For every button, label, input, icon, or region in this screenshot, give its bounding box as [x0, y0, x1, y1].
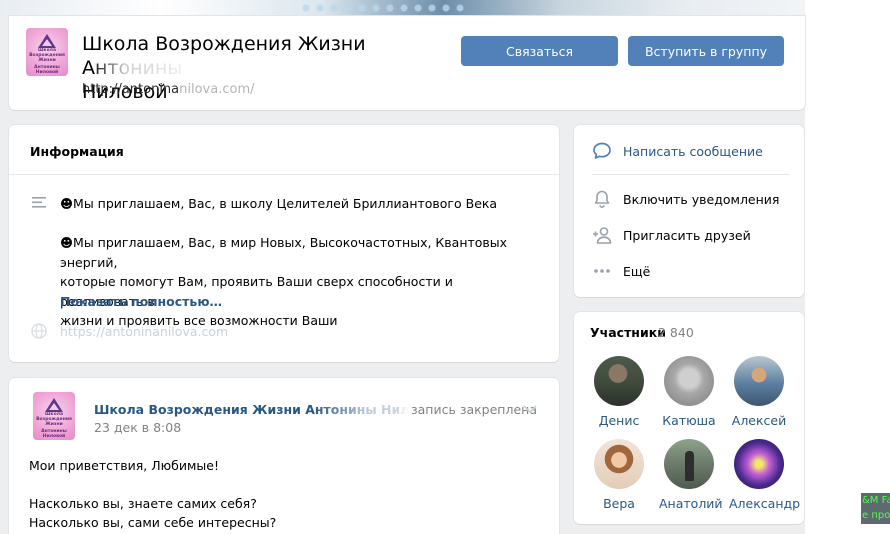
overlay-widget[interactable]: &M Fa е проц — [861, 493, 890, 524]
group-website-link[interactable]: http://antoninanilova.com/ — [82, 82, 255, 97]
show-more-link[interactable]: Показать полностью… — [60, 294, 222, 309]
info-block: Информация ☻Мы приглашаем, Вас, в школу … — [9, 125, 559, 362]
bell-icon — [594, 190, 610, 208]
divider — [592, 174, 789, 175]
avatar — [594, 439, 644, 489]
invite-friends-button[interactable]: Пригласить друзей — [623, 228, 751, 243]
info-title: Информация — [30, 144, 124, 159]
member-item[interactable]: Вера — [589, 439, 649, 511]
member-item[interactable]: Катюша — [659, 356, 719, 428]
enable-notifications-button[interactable]: Включить уведомления — [623, 192, 779, 207]
join-group-button[interactable]: Вступить в группу — [628, 36, 784, 66]
divider — [9, 174, 559, 175]
member-item[interactable]: Алексей — [729, 356, 789, 428]
avatar — [594, 356, 644, 406]
actions-block: Написать сообщение Включить уведомления … — [574, 125, 804, 297]
post-author-avatar[interactable]: Школа Возрождения Жизни Антонины Ниловой — [33, 392, 75, 440]
pinned-post: Школа Возрождения Жизни Антонины Ниловой… — [9, 378, 559, 534]
member-item[interactable]: Анатолий — [659, 439, 723, 511]
more-button[interactable]: Ещё — [623, 264, 650, 279]
post-date-link[interactable]: 23 дек в 8:08 — [94, 420, 181, 435]
info-paragraph-1: ☻Мы приглашаем, Вас, в школу Целителей Б… — [60, 196, 498, 211]
avatar — [734, 356, 784, 406]
group-header: Школа Возрождения Жизни Антонины Ниловой… — [9, 16, 805, 110]
avatar — [734, 439, 784, 489]
chevron-down-icon[interactable] — [523, 405, 537, 414]
write-message-button[interactable]: Написать сообщение — [623, 144, 763, 159]
add-user-icon — [593, 227, 612, 244]
more-icon — [594, 269, 610, 273]
member-item[interactable]: Александр — [729, 439, 800, 511]
group-avatar[interactable]: Школа Возрождения Жизни Антонины Ниловой — [26, 28, 68, 76]
avatar — [664, 439, 714, 489]
members-title[interactable]: Участники — [590, 325, 666, 340]
avatar — [664, 356, 714, 406]
info-website-link[interactable]: https://antoninanilova.com — [60, 324, 228, 339]
post-text: Мои приветствия, Любимые! Насколько вы, … — [29, 458, 277, 530]
pinned-label: запись закреплена — [397, 402, 537, 417]
message-icon — [593, 142, 611, 159]
members-block: Участники 2 840 Денис Катюша Алексей Вер… — [574, 312, 804, 524]
description-icon — [32, 197, 46, 208]
info-paragraph-2: ☻Мы приглашаем, Вас, в мир Новых, Высоко… — [60, 235, 508, 328]
cover-image — [0, 0, 805, 16]
contact-button[interactable]: Связаться — [461, 36, 618, 66]
right-margin — [805, 0, 890, 534]
member-item[interactable]: Денис — [589, 356, 649, 428]
globe-icon — [31, 323, 47, 339]
members-count: 2 840 — [658, 325, 694, 340]
